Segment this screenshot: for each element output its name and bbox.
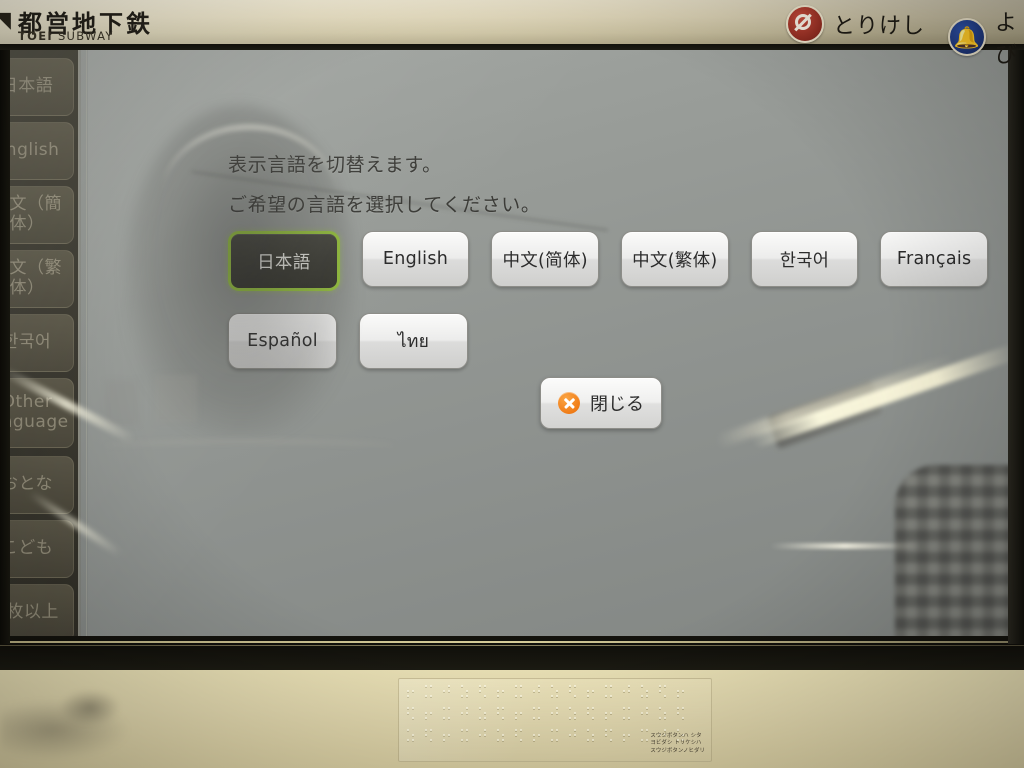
sidebar-item-label: English bbox=[10, 140, 60, 161]
language-button-한국어[interactable]: 한국어 bbox=[750, 231, 859, 287]
language-dialog: 表示言語を切替えます。 ご希望の言語を選択してください。 日本語 English 中… bbox=[88, 50, 1008, 636]
sidebar-divider-edge bbox=[86, 50, 87, 636]
language-button-label: 日本語 bbox=[257, 252, 311, 273]
language-button-label: Français bbox=[896, 249, 972, 269]
language-button-中文(繁体)[interactable]: 中文(繁体) bbox=[621, 231, 729, 287]
sidebar-item-1[interactable]: 日本語 bbox=[10, 58, 74, 116]
toei-logo-en-rest: SUBWAY bbox=[57, 29, 114, 43]
cancel-button-label: とりけし bbox=[833, 14, 926, 39]
language-row-2: Español ไทย bbox=[228, 313, 988, 369]
language-button-日本語[interactable]: 日本語 bbox=[228, 231, 340, 291]
language-button-label: ไทย bbox=[397, 332, 430, 352]
call-attendant-button-label: よび bbox=[995, 11, 1019, 68]
sidebar-item-7[interactable]: おとな bbox=[10, 456, 74, 514]
sidebar-item-label: 中文（簡体） bbox=[10, 194, 62, 234]
sidebar-item-4[interactable]: 中文（繁体） bbox=[10, 250, 74, 308]
sidebar-item-label: 日本語 bbox=[10, 76, 54, 97]
close-button[interactable]: 閉じる bbox=[540, 377, 662, 429]
call-attendant-button[interactable]: 🔔 よび bbox=[948, 5, 1024, 69]
sidebar-item-label: 中文（繁体） bbox=[10, 258, 62, 298]
language-button-label: Español bbox=[247, 331, 318, 351]
language-button-label: 中文(简体) bbox=[502, 250, 588, 271]
sidebar-item-3[interactable]: 中文（簡体） bbox=[10, 186, 74, 244]
dialog-line-1: 表示言語を切替えます。 bbox=[228, 154, 442, 176]
sidebar-item-label: 한국어 bbox=[10, 332, 52, 353]
language-button-Français[interactable]: Français bbox=[880, 231, 989, 287]
language-button-label: 中文(繁体) bbox=[632, 250, 718, 271]
bezel-highlight-primary bbox=[0, 641, 1024, 643]
touchscreen[interactable]: 日本語 English 中文（簡体） 中文（繁体） 한국어 Other language お… bbox=[10, 50, 1008, 636]
braille-guidance-plate: スウジボタンハ シタ ヨビダシ トリケシハ スウジボタンノヒダリ bbox=[398, 678, 712, 762]
no-entry-icon bbox=[786, 5, 824, 43]
sidebar-divider bbox=[78, 50, 81, 636]
sidebar-item-label: おとな bbox=[10, 474, 53, 495]
monitor-bezel-right bbox=[1008, 44, 1024, 644]
language-button-grid: 日本語 English 中文(简体) 中文(繁体) 한국어 Français Españo… bbox=[228, 231, 989, 391]
monitor-bezel-bottom bbox=[0, 632, 1024, 670]
language-button-Español[interactable]: Español bbox=[228, 313, 337, 369]
language-row-1: 日本語 English 中文(简体) 中文(繁体) 한국어 Français bbox=[228, 231, 989, 291]
close-x-icon bbox=[558, 392, 580, 414]
panel-smudge-secondary bbox=[60, 690, 120, 725]
ticket-machine-photo: スウジボタンハ シタ ヨビダシ トリケシハ スウジボタンノヒダリ 日本語 Engl… bbox=[0, 0, 1024, 768]
sidebar-item-2[interactable]: English bbox=[10, 122, 74, 180]
sidebar-item-5[interactable]: 한국어 bbox=[10, 314, 74, 372]
language-button-label: 한국어 bbox=[779, 250, 830, 271]
sidebar-item-6[interactable]: Other language bbox=[10, 378, 74, 448]
close-button-label: 閉じる bbox=[590, 394, 644, 415]
machine-header-bar: ◥ 都営地下鉄 TOEI SUBWAY とりけし 🔔 よび bbox=[0, 0, 1024, 68]
monitor-bezel-left bbox=[0, 44, 10, 644]
toei-logo: ◥ 都営地下鉄 TOEI SUBWAY bbox=[0, 2, 250, 43]
braille-caption-text: スウジボタンハ シタ ヨビダシ トリケシハ スウジボタンノヒダリ bbox=[650, 732, 705, 754]
language-button-中文(简体)[interactable]: 中文(简体) bbox=[491, 231, 600, 287]
dialog-line-2: ご希望の言語を選択してください。 bbox=[228, 194, 541, 216]
language-button-label: English bbox=[382, 249, 449, 269]
sidebar-item-9[interactable]: 2枚以上 bbox=[10, 584, 74, 636]
cancel-button[interactable]: とりけし bbox=[786, 5, 925, 43]
sidebar-item-label: こども bbox=[10, 538, 54, 559]
language-button-ไทย[interactable]: ไทย bbox=[359, 313, 468, 369]
bezel-highlight-secondary bbox=[0, 645, 1024, 646]
sidebar-item-8[interactable]: こども bbox=[10, 520, 74, 578]
sidebar-item-label: 2枚以上 bbox=[10, 602, 59, 623]
bell-glyph: 🔔 bbox=[953, 25, 981, 50]
sidebar-item-label: Other language bbox=[10, 392, 69, 432]
toei-logo-en-bold: TOEI bbox=[18, 29, 53, 43]
toei-logo-en: TOEI SUBWAY bbox=[18, 29, 114, 43]
toei-logo-mark: ◥ bbox=[0, 8, 11, 33]
bell-icon: 🔔 bbox=[948, 18, 986, 56]
language-button-English[interactable]: English bbox=[361, 231, 470, 287]
